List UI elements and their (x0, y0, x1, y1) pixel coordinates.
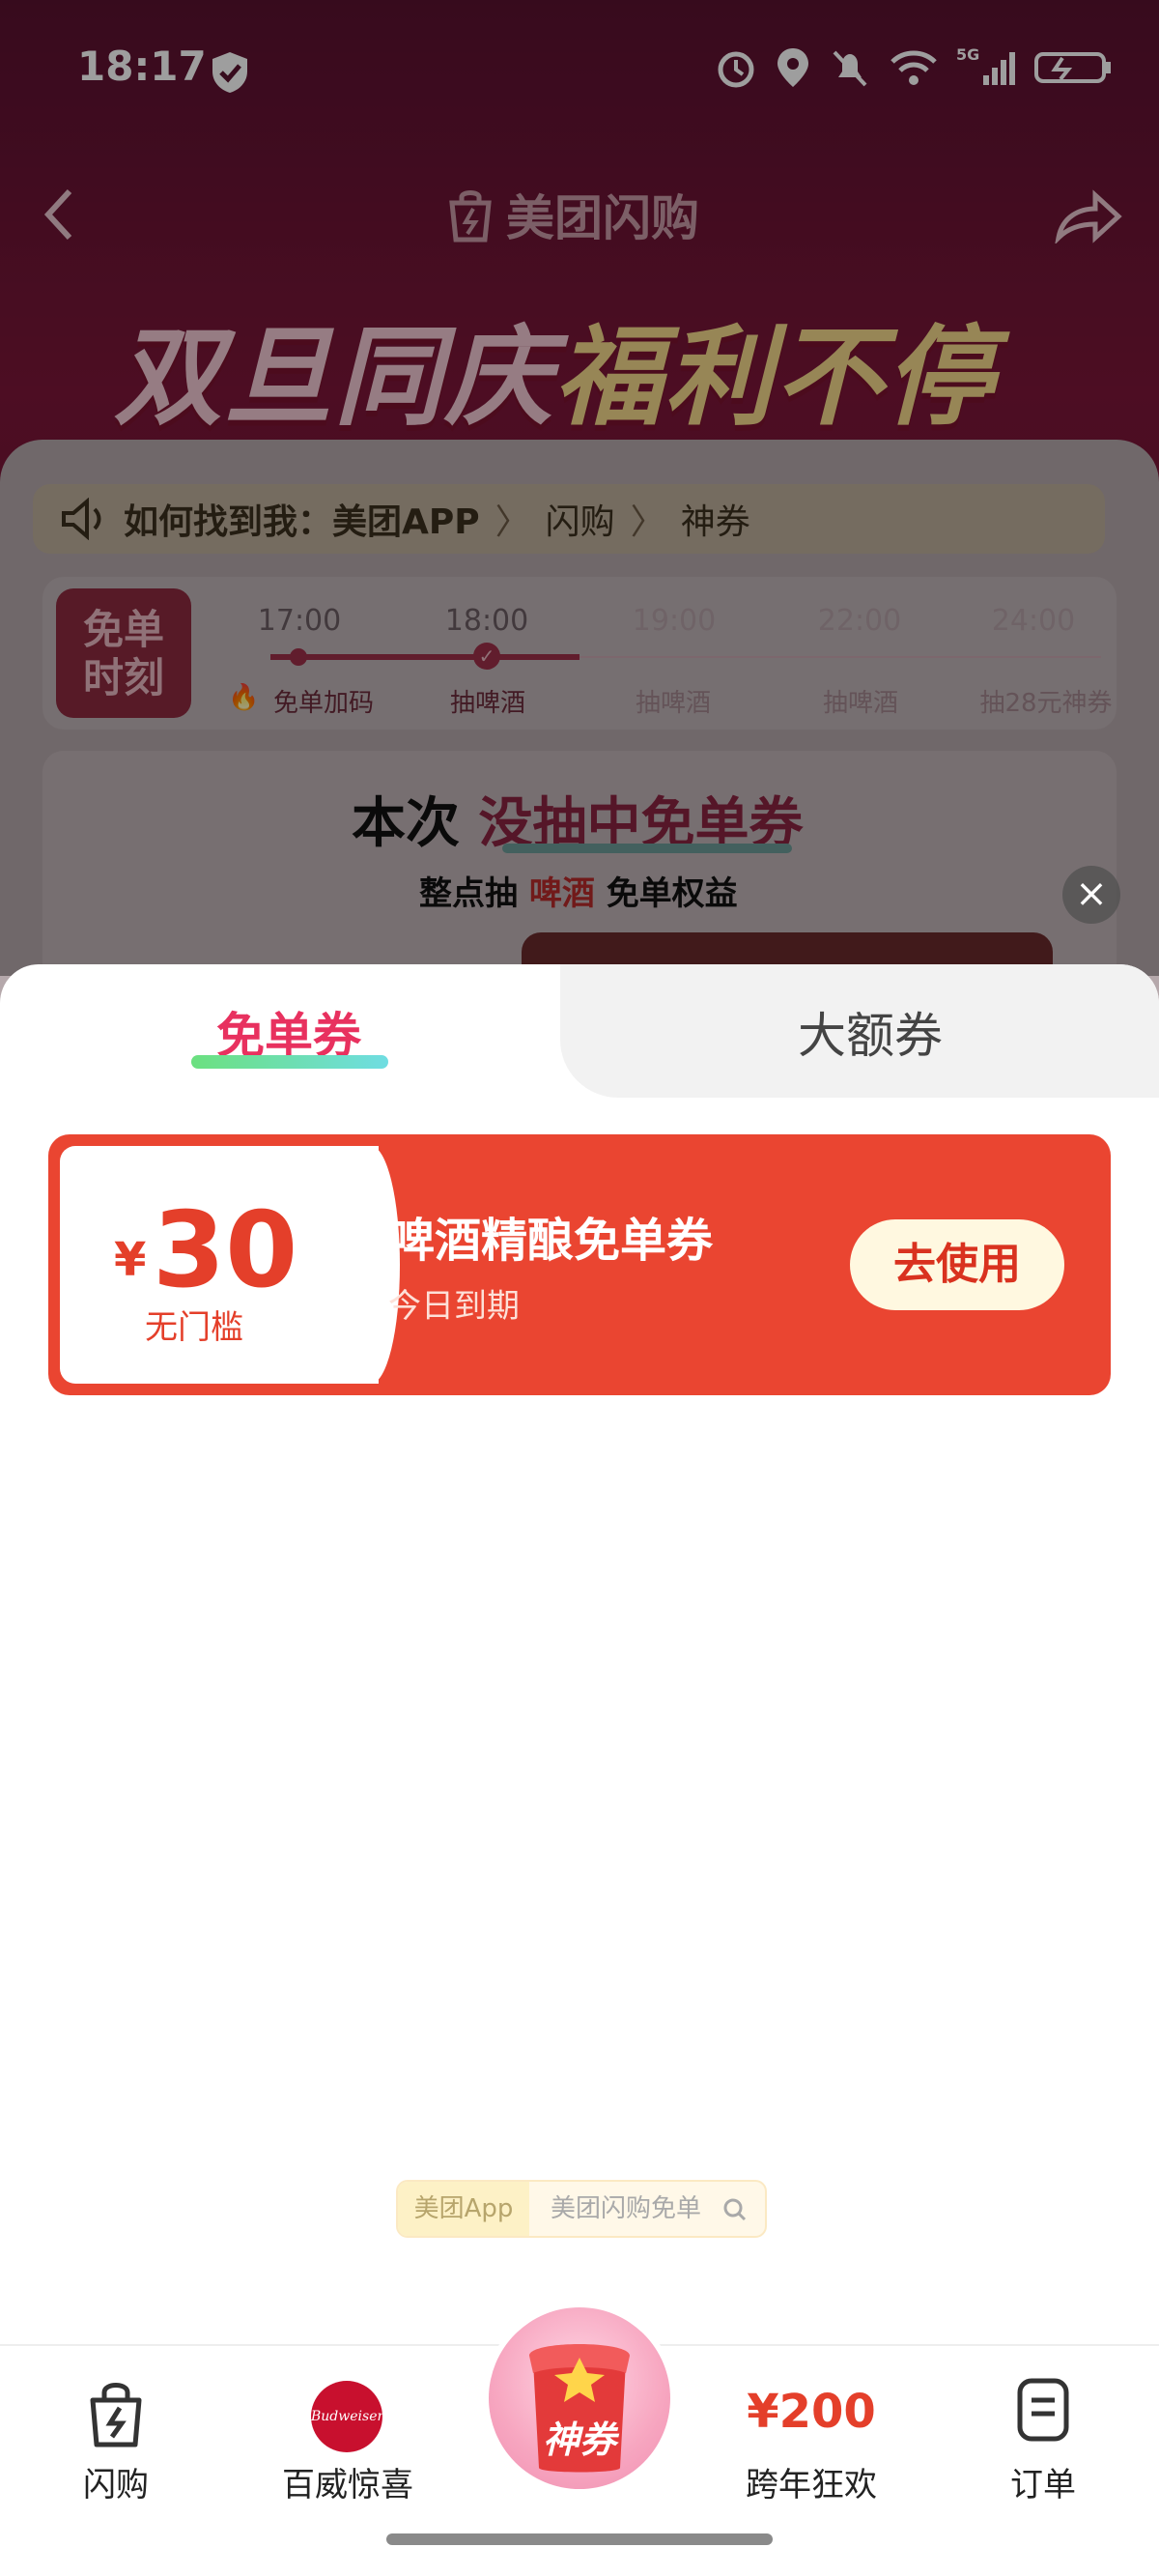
modal-scrim[interactable] (0, 0, 1159, 976)
nav-label-shangou: 闪购 (83, 2466, 149, 2504)
nav-item-shenquan[interactable]: 神券 (489, 2307, 670, 2489)
coupon-currency: ¥ (114, 1233, 147, 1287)
tab-active-underline (191, 1055, 388, 1069)
bag-bolt-icon (90, 2383, 142, 2447)
nav-item-orders[interactable]: 订单 (985, 2363, 1101, 2504)
coupon-title: 啤酒精酿免单券 (388, 1214, 714, 1268)
search-hint-left: 美团App (398, 2182, 529, 2236)
nav-label-orders: 订单 (1010, 2466, 1076, 2504)
nav-item-budweiser[interactable]: Budweiser 百威惊喜 (270, 2363, 425, 2504)
coupon-expiry: 今日到期 (388, 1287, 520, 1326)
order-list-icon (1017, 2378, 1069, 2442)
close-icon[interactable]: × (1062, 866, 1120, 924)
nav-price: ¥200 (747, 2385, 876, 2439)
nav-label-new-year: 跨年狂欢 (746, 2466, 877, 2504)
home-indicator[interactable] (386, 2533, 773, 2545)
use-coupon-button[interactable]: 去使用 (850, 1219, 1064, 1310)
nav-label-shenquan: 神券 (542, 2419, 616, 2461)
search-hint-right: 美团闪购免单 (551, 2194, 702, 2223)
budweiser-logo: Budweiser (311, 2381, 383, 2452)
coupon-value-block: ¥ 30 无门槛 (60, 1146, 400, 1384)
nav-item-new-year[interactable]: ¥200 跨年狂欢 (734, 2363, 889, 2504)
search-hint-pill[interactable]: 美团App 美团闪购免单 (396, 2180, 767, 2238)
coupon-sheet: 免单券 大额券 ¥ 30 无门槛 啤酒精酿免单券 今日到期 去使用 美团App … (0, 964, 1159, 2344)
coupon-amount: 30 (153, 1190, 298, 1311)
coupon-card: ¥ 30 无门槛 啤酒精酿免单券 今日到期 去使用 (48, 1134, 1111, 1395)
nav-label-budweiser: 百威惊喜 (282, 2466, 413, 2504)
tab-big-coupon[interactable]: 大额券 (798, 997, 943, 1067)
search-icon (723, 2198, 747, 2221)
nav-item-shangou[interactable]: 闪购 (58, 2363, 174, 2504)
coupon-condition: 无门槛 (145, 1308, 243, 1347)
